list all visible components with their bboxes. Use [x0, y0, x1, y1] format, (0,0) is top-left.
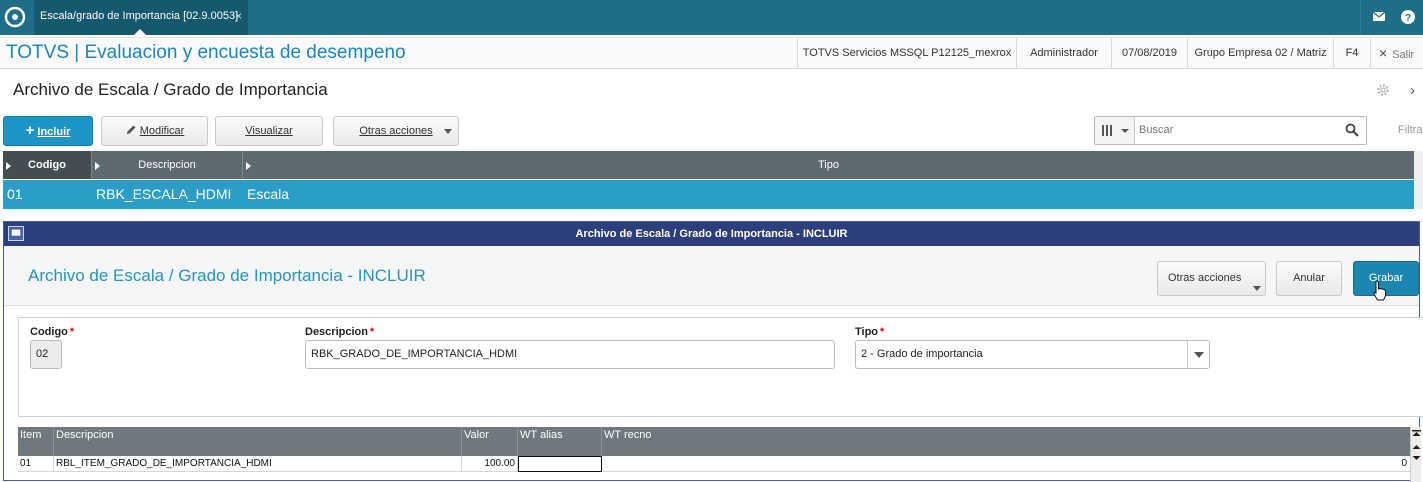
dropdown-button[interactable] [1187, 341, 1209, 368]
cell-valor[interactable]: 100.00 [462, 456, 518, 472]
column-header-wt-recno[interactable]: WT recno [602, 427, 1410, 456]
tab-close-icon[interactable]: × [235, 0, 242, 33]
gear-icon[interactable] [1376, 83, 1390, 97]
svg-text:?: ? [1405, 13, 1411, 24]
incluir-button[interactable]: + Incluir [3, 116, 93, 146]
dialog-otras-acciones-button[interactable]: Otras acciones [1157, 261, 1266, 296]
column-header-valor[interactable]: Valor [462, 427, 518, 456]
help-button[interactable]: ? [1396, 0, 1423, 35]
pencil-icon [126, 125, 136, 134]
app-header: TOTVS | Evaluacion y encuesta de desempe… [0, 37, 1423, 69]
sort-arrow-icon [95, 162, 100, 170]
column-header-tipo[interactable]: Tipo [243, 151, 1414, 179]
items-grid-header: Item Descripcion Valor WT alias WT recno [18, 427, 1410, 456]
tipo-selected-value: 2 - Grado de importancia [861, 348, 983, 360]
active-tab-caret [134, 29, 146, 35]
visualizar-label: Visualizar [245, 125, 293, 137]
mail-button[interactable] [1360, 0, 1395, 35]
mail-icon [1372, 11, 1386, 21]
cell-wt-alias[interactable] [518, 456, 602, 472]
dialog-titlebar: Archivo de Escala / Grado de Importancia… [4, 222, 1419, 246]
modificar-button[interactable]: Modificar [101, 116, 208, 146]
search-icon[interactable] [1345, 123, 1359, 137]
dialog-heading: Archivo de Escala / Grado de Importancia… [28, 266, 426, 285]
visualizar-button[interactable]: Visualizar [215, 116, 323, 146]
close-icon: × [1379, 45, 1388, 61]
descripcion-label: Descripcion * [305, 326, 374, 338]
anular-label: Anular [1293, 272, 1325, 284]
column-header-wt-alias[interactable]: WT alias [518, 427, 602, 456]
chevron-down-icon [1194, 352, 1204, 358]
cell-wt-recno[interactable]: 0 [602, 456, 1410, 472]
top-tab-bar: Escala/grado de Importancia [02.9.0053] … [0, 0, 1423, 35]
page-title: Archivo de Escala / Grado de Importancia [13, 80, 328, 99]
totvs-logo-icon[interactable] [4, 6, 26, 28]
scroll-up-icon[interactable] [1412, 442, 1421, 451]
sort-arrow-icon [246, 162, 251, 170]
otras-acciones-button[interactable]: Otras acciones [333, 116, 459, 146]
exit-button[interactable]: × Salir [1370, 38, 1423, 69]
company-info[interactable]: Grupo Empresa 02 / Matriz [1187, 38, 1333, 69]
table-row[interactable]: 01 RBK_ESCALA_HDMI Escala [3, 180, 1414, 209]
incluir-dialog: Archivo de Escala / Grado de Importancia… [3, 221, 1423, 482]
server-info: TOTVS Servicios MSSQL P12125_mexrox [797, 38, 1016, 69]
chevron-down-icon [1253, 286, 1261, 291]
dialog-title: Archivo de Escala / Grado de Importancia… [575, 228, 848, 240]
table-row[interactable]: 01 RBL_ITEM_GRADO_DE_IMPORTANCIA_HDMI 10… [18, 456, 1410, 472]
tipo-label-text: Tipo [855, 326, 879, 338]
column-header-label: Descripcion [138, 159, 196, 171]
cell-tipo: Escala [247, 186, 290, 202]
incluir-label: Incluir [37, 126, 71, 138]
required-mark: * [880, 326, 885, 338]
columns-icon [1102, 125, 1129, 136]
sort-arrow-icon [6, 162, 11, 170]
shortcut-f4[interactable]: F4 [1333, 38, 1370, 69]
anular-button[interactable]: Anular [1276, 261, 1342, 296]
descripcion-field[interactable]: RBK_GRADO_DE_IMPORTANCIA_HDMI [305, 340, 835, 369]
column-header-descripcion[interactable]: Descripcion [92, 151, 243, 179]
column-header-codigo[interactable]: Codigo [3, 151, 92, 179]
search-box [1094, 116, 1367, 145]
user-info: Administrador [1016, 38, 1111, 69]
cell-descripcion[interactable]: RBL_ITEM_GRADO_DE_IMPORTANCIA_HDMI [54, 456, 462, 472]
column-header-item[interactable]: Item [18, 427, 54, 456]
exit-label: Salir [1392, 49, 1415, 61]
chevron-down-icon [444, 129, 452, 134]
page-close-icon[interactable]: › [1410, 82, 1415, 99]
scroll-down-icon[interactable] [1412, 454, 1421, 463]
column-header-label: Tipo [818, 159, 839, 171]
tab-label: Escala/grado de Importancia [02.9.0053] [40, 10, 239, 22]
descripcion-label-text: Descripcion [305, 326, 368, 338]
filter-label[interactable]: Filtra [1398, 124, 1422, 136]
cell-codigo: 01 [7, 186, 23, 202]
required-mark: * [69, 326, 75, 338]
otras-acciones-label: Otras acciones [359, 125, 433, 137]
date-info: 07/08/2019 [1111, 38, 1187, 69]
column-header-label: Codigo [28, 159, 66, 171]
codigo-label: Codigo * [30, 326, 74, 338]
app-title: TOTVS | Evaluacion y encuesta de desempe… [6, 42, 406, 63]
scroll-top-icon[interactable] [1412, 430, 1421, 439]
modificar-label: Modificar [139, 125, 185, 137]
browse-scrollbar[interactable] [1414, 151, 1423, 209]
search-input[interactable] [1139, 121, 1339, 139]
cell-descripcion: RBK_ESCALA_HDMI [96, 186, 232, 202]
dialog-otras-acciones-label: Otras acciones [1168, 272, 1242, 284]
column-header-descripcion[interactable]: Descripcion [54, 427, 462, 456]
help-icon: ? [1401, 10, 1415, 24]
cursor-icon [1373, 280, 1386, 301]
tipo-label: Tipo * [855, 326, 884, 338]
codigo-field[interactable]: 02 [30, 340, 62, 369]
window-icon [8, 226, 24, 241]
browse-grid-header: Codigo Descripcion Tipo [3, 151, 1414, 179]
plus-icon: + [25, 122, 35, 139]
columns-selector[interactable] [1095, 117, 1135, 144]
required-mark: * [369, 326, 375, 338]
form-panel: Codigo * 02 Descripcion * RBK_GRADO_DE_IMP… [18, 317, 1423, 417]
codigo-label-text: Codigo [30, 326, 68, 338]
tipo-select[interactable]: 2 - Grado de importancia [855, 340, 1210, 369]
items-scrollbar[interactable] [1410, 427, 1421, 482]
cell-item[interactable]: 01 [18, 456, 54, 472]
